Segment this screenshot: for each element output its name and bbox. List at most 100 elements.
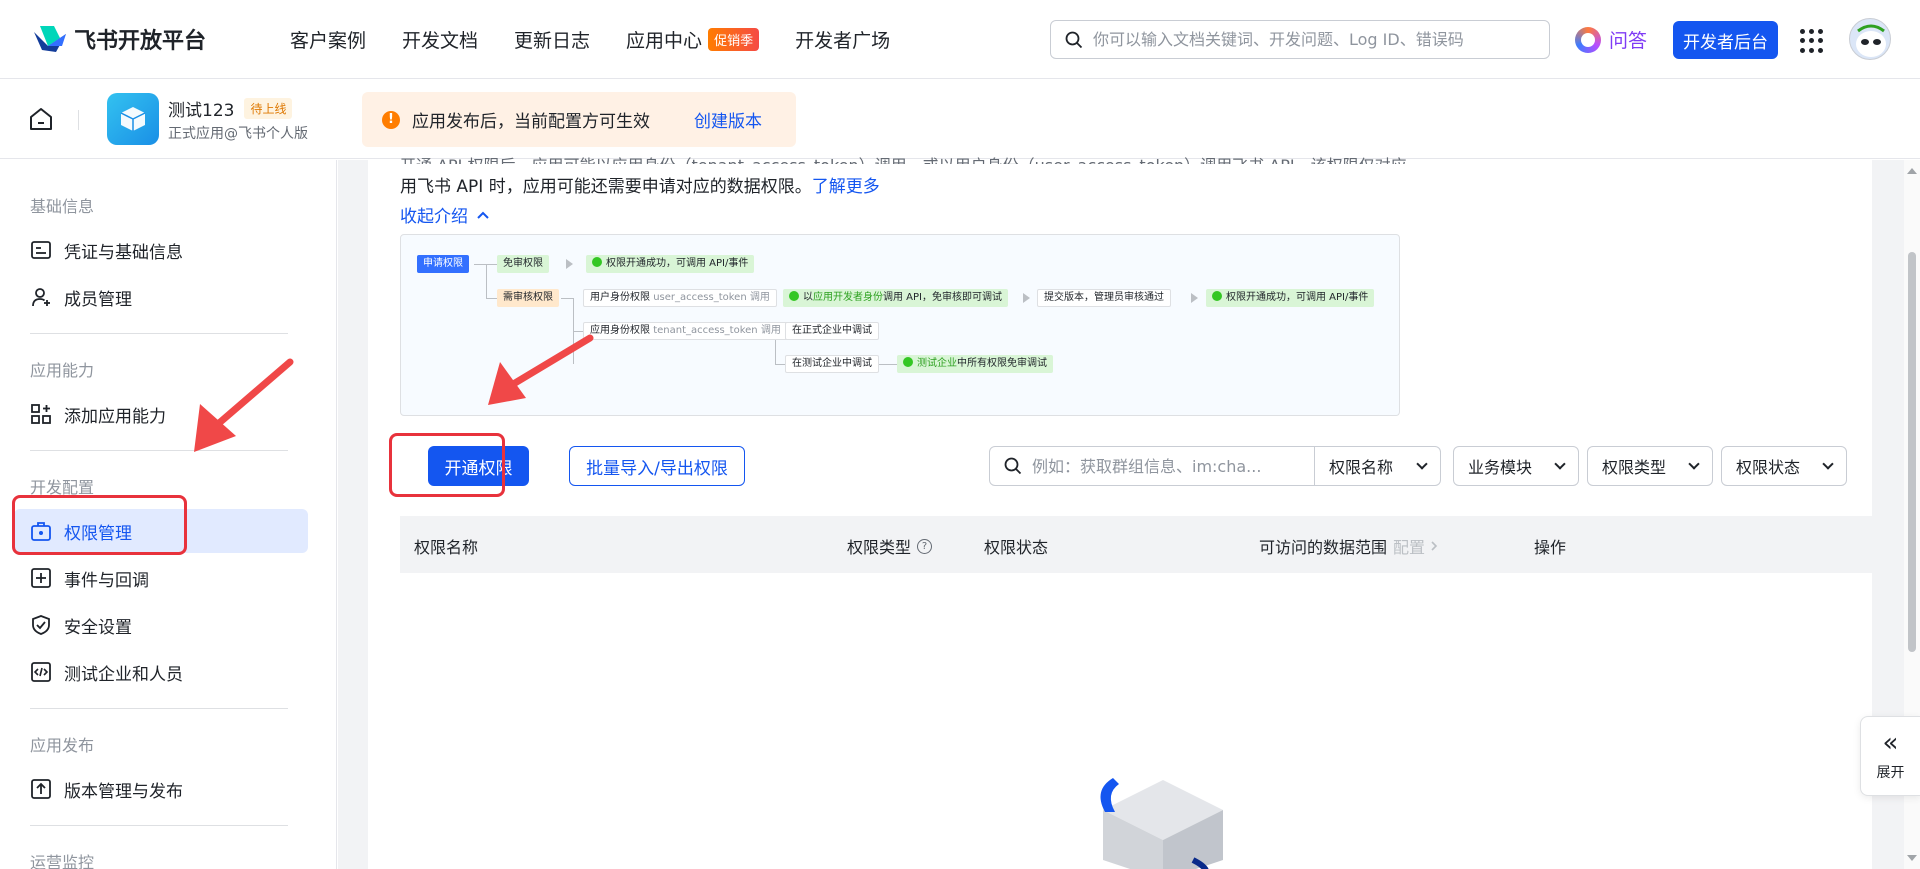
sidebar-item-label: 凭证与基础信息	[64, 242, 183, 263]
member-icon	[30, 286, 52, 308]
sidebar-item-label: 版本管理与发布	[64, 781, 183, 802]
nav-developer-square[interactable]: 开发者广场	[795, 26, 890, 53]
sidebar-item-label: 测试企业和人员	[64, 664, 183, 685]
chevron-down-icon	[1688, 458, 1700, 470]
expand-panel-button[interactable]: « 展开	[1860, 716, 1920, 796]
app-name: 测试123 待上线	[168, 96, 293, 121]
highlight-box-permissions	[12, 495, 187, 555]
check-icon	[1212, 291, 1222, 301]
global-search[interactable]	[1050, 20, 1550, 59]
flow-tenant-perm: 应用身份权限 tenant_access_token 调用	[583, 322, 788, 340]
app-name-text: 测试123	[168, 101, 235, 121]
th-data-scope: 可访问的数据范围 配置	[1259, 534, 1439, 558]
chevron-down-icon	[1416, 458, 1428, 470]
th-permission-status: 权限状态	[984, 538, 1049, 557]
permission-flow-diagram: 申请权限 免审权限 权限开通成功，可调用 API/事件 需审核权限 用户身份权限…	[400, 234, 1400, 416]
nav-customer-cases[interactable]: 客户案例	[290, 26, 366, 53]
check-icon	[592, 257, 602, 267]
qa-label: 问答	[1609, 30, 1648, 52]
highlight-box-open-button	[389, 433, 505, 497]
chevron-down-icon	[1822, 458, 1834, 470]
home-icon[interactable]	[28, 106, 54, 132]
flow-final-result: 权限开通成功，可调用 API/事件	[1206, 289, 1375, 307]
flow-test-free: 测试企业中所有权限免审调试	[897, 355, 1053, 373]
permission-search[interactable]	[989, 446, 1315, 486]
nav-docs[interactable]: 开发文档	[402, 26, 478, 53]
flow-user-perm: 用户身份权限 user_access_token 调用	[583, 289, 777, 307]
sidebar-divider	[30, 708, 288, 709]
collapse-intro-label: 收起介绍	[400, 207, 468, 227]
apps-grid-icon[interactable]	[1800, 29, 1824, 53]
status-badge: 待上线	[244, 98, 293, 119]
intro-text: 用飞书 API 时，应用可能还需要申请对应的数据权限。了解更多	[400, 172, 880, 197]
feishu-logo-icon	[34, 26, 66, 52]
section-title-publish: 应用发布	[30, 736, 95, 755]
filter-permission-type[interactable]: 权限类型	[1587, 446, 1713, 486]
nav-app-center-label: 应用中心	[626, 29, 703, 52]
chevron-right-icon	[1431, 541, 1438, 551]
sidebar-item-label: 安全设置	[64, 617, 132, 638]
sidebar-item-events[interactable]: 事件与回调	[14, 556, 308, 600]
flow-dev-identity: 以应用开发者身份调用 API，免审核即可调试	[783, 289, 1008, 307]
scroll-down-icon[interactable]	[1907, 855, 1917, 861]
scrollbar-thumb[interactable]	[1908, 252, 1916, 652]
filter-permission-name[interactable]: 权限名称	[1315, 446, 1441, 486]
sidebar-item-version[interactable]: 版本管理与发布	[14, 767, 308, 811]
warning-icon: !	[382, 110, 400, 129]
qa-button[interactable]: 问答	[1575, 26, 1647, 53]
credential-icon	[30, 239, 52, 261]
top-navbar: 飞书开放平台 客户案例 开发文档 更新日志 应用中心 促销季 开发者广场 问答 …	[0, 0, 1920, 79]
th-actions: 操作	[1534, 538, 1567, 557]
permission-table-header: 权限名称 权限类型? 权限状态 可访问的数据范围 配置 操作	[400, 516, 1872, 573]
sidebar-item-members[interactable]: 成员管理	[14, 275, 308, 319]
sidebar-item-credentials[interactable]: 凭证与基础信息	[14, 228, 308, 272]
section-title-monitoring: 运营监控	[30, 853, 95, 869]
dev-icon	[903, 357, 913, 367]
code-icon	[30, 661, 52, 683]
nav-changelog[interactable]: 更新日志	[514, 26, 590, 53]
search-icon	[1004, 457, 1022, 475]
chevron-down-icon	[1554, 458, 1566, 470]
help-icon[interactable]: ?	[917, 538, 933, 554]
batch-import-export-button[interactable]: 批量导入/导出权限	[569, 446, 745, 486]
sidebar-item-test-enterprise[interactable]: 测试企业和人员	[14, 650, 308, 694]
permission-search-input[interactable]	[1032, 456, 1292, 476]
chevron-up-icon	[477, 211, 489, 219]
config-link[interactable]: 配置	[1393, 534, 1425, 558]
sidebar-divider	[30, 333, 288, 334]
publish-notice: ! 应用发布后，当前配置方可生效 创建版本	[362, 92, 796, 147]
sidebar-item-label: 成员管理	[64, 289, 132, 310]
flow-apply: 申请权限	[417, 255, 469, 273]
upload-icon	[30, 778, 52, 800]
collapse-intro-link[interactable]: 收起介绍	[400, 202, 490, 227]
learn-more-link[interactable]: 了解更多	[812, 177, 880, 197]
notice-text: 应用发布后，当前配置方可生效	[412, 112, 650, 132]
empty-state-illustration	[1100, 778, 1223, 869]
shield-icon	[30, 614, 52, 636]
flow-need-review: 需审核权限	[497, 289, 559, 307]
logo[interactable]: 飞书开放平台	[32, 23, 232, 55]
nav-app-center[interactable]: 应用中心 促销季	[626, 26, 760, 53]
developer-console-button[interactable]: 开发者后台	[1673, 21, 1778, 59]
app-subtitle: 正式应用@飞书个人版	[168, 126, 308, 142]
sidebar-item-security[interactable]: 安全设置	[14, 603, 308, 647]
scroll-up-icon[interactable]	[1907, 168, 1917, 174]
main-area: 开通 API 权限后，应用可能以应用身份（tenant_access_token…	[338, 156, 1920, 869]
create-version-link[interactable]: 创建版本	[694, 107, 762, 132]
avatar-face-icon	[1856, 24, 1886, 57]
sidebar-divider	[30, 450, 288, 451]
sidebar-divider	[30, 825, 288, 826]
appbar-divider	[78, 110, 79, 130]
double-chevron-left-icon: «	[1882, 728, 1899, 758]
global-search-input[interactable]	[1093, 30, 1533, 49]
user-avatar[interactable]	[1849, 18, 1891, 60]
filter-permission-status[interactable]: 权限状态	[1721, 446, 1847, 486]
filter-business-module[interactable]: 业务模块	[1453, 446, 1579, 486]
dev-icon	[789, 291, 799, 301]
flow-free-result: 权限开通成功，可调用 API/事件	[586, 255, 755, 273]
search-icon	[1065, 31, 1083, 48]
ai-ring-icon	[1575, 26, 1601, 53]
sidebar-item-add-capability[interactable]: 添加应用能力	[14, 392, 308, 436]
section-title-basic: 基础信息	[30, 197, 95, 216]
sidebar-item-label: 添加应用能力	[64, 406, 166, 427]
